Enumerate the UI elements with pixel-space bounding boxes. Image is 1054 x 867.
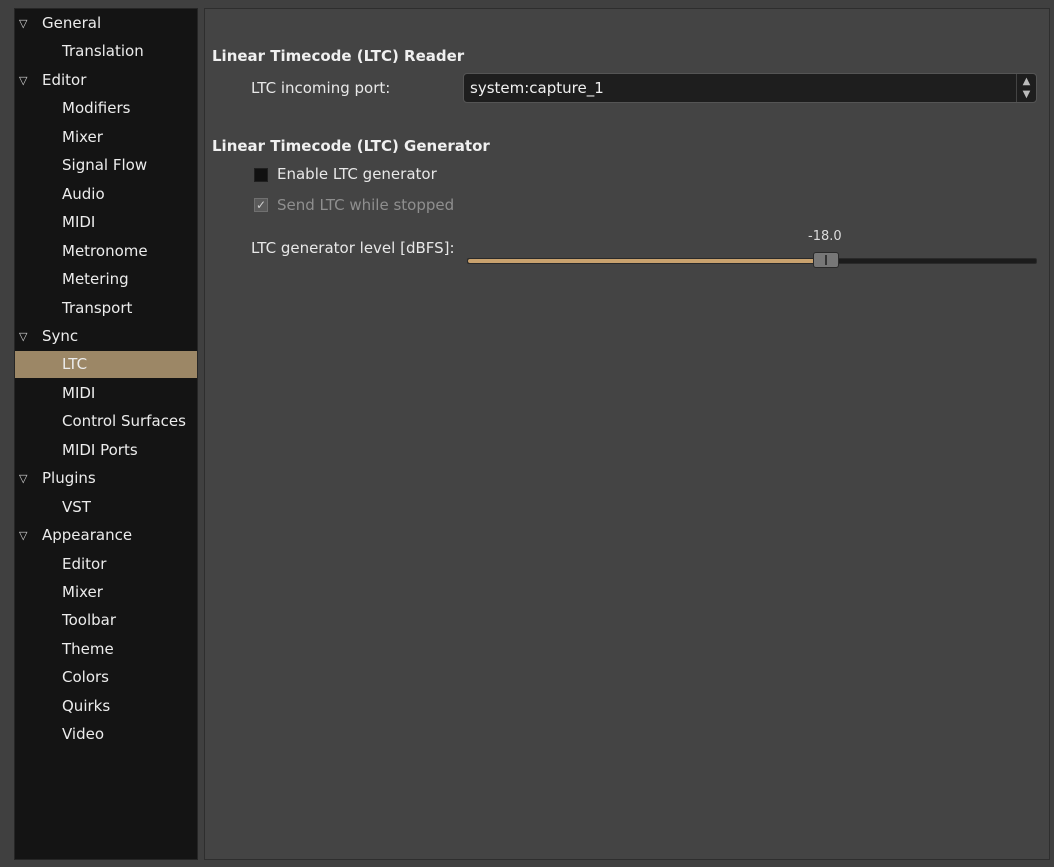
sidebar-item-label: Editor <box>42 71 87 89</box>
sidebar-item-midi[interactable]: MIDI <box>15 380 197 407</box>
sidebar-item-label: MIDI <box>62 213 96 231</box>
sidebar-item-label: General <box>42 14 102 32</box>
sidebar-item-signal-flow[interactable]: Signal Flow <box>15 152 197 179</box>
sidebar-item-modifiers[interactable]: Modifiers <box>15 95 197 122</box>
sidebar-item-vst[interactable]: VST <box>15 494 197 521</box>
sidebar-item-label: LTC <box>62 355 88 373</box>
send-ltc-while-stopped-label: Send LTC while stopped <box>277 196 455 214</box>
ltc-generator-level-slider[interactable] <box>467 258 1037 264</box>
expander-triangle-icon[interactable]: ▽ <box>19 10 31 37</box>
ltc-incoming-port-value: system:capture_1 <box>470 79 604 97</box>
expander-triangle-icon[interactable]: ▽ <box>19 323 31 350</box>
ltc-generator-level-value: -18.0 <box>808 229 842 244</box>
preferences-window: ▽ General Translation ▽ Editor Modifiers Mixer… <box>0 0 1054 867</box>
sidebar-item-label: Plugins <box>42 469 96 487</box>
sidebar-item-label: Transport <box>62 299 133 317</box>
sidebar-item-metering[interactable]: Metering <box>15 266 197 293</box>
sidebar-item-ltc[interactable]: LTC <box>15 351 197 378</box>
expander-triangle-icon[interactable]: ▽ <box>19 67 31 94</box>
enable-ltc-generator-checkbox[interactable] <box>254 168 268 182</box>
sidebar-item-theme[interactable]: Theme <box>15 636 197 663</box>
sidebar-item-label: Theme <box>62 640 114 658</box>
sidebar-item-label: MIDI Ports <box>62 441 138 459</box>
sidebar-item-plugins[interactable]: ▽ Plugins <box>15 465 197 492</box>
sidebar-item-translation[interactable]: Translation <box>15 38 197 65</box>
sidebar-item-label: Metronome <box>62 242 148 260</box>
sidebar-item-transport[interactable]: Transport <box>15 295 197 322</box>
sidebar-item-midi-ports[interactable]: MIDI Ports <box>15 437 197 464</box>
sidebar-item-label: VST <box>62 498 91 516</box>
sidebar-item-editor[interactable]: Editor <box>15 551 197 578</box>
sidebar-item-label: Colors <box>62 668 109 686</box>
ltc-incoming-port-label: LTC incoming port: <box>251 79 391 97</box>
sidebar-item-metronome[interactable]: Metronome <box>15 238 197 265</box>
sidebar-item-control-surfaces[interactable]: Control Surfaces <box>15 408 197 435</box>
ltc-generator-title: Linear Timecode (LTC) Generator <box>212 137 490 155</box>
sidebar-item-appearance[interactable]: ▽ Appearance <box>15 522 197 549</box>
preferences-sidebar: ▽ General Translation ▽ Editor Modifiers Mixer… <box>14 8 198 860</box>
ltc-incoming-port-select[interactable]: system:capture_1 ▲ ▼ <box>463 73 1037 103</box>
sidebar-item-label: Editor <box>62 555 107 573</box>
sidebar-item-midi[interactable]: MIDI <box>15 209 197 236</box>
sidebar-item-label: Appearance <box>42 526 133 544</box>
sidebar-item-label: Toolbar <box>62 611 117 629</box>
send-ltc-while-stopped-checkbox[interactable]: ✓ <box>254 198 268 212</box>
ltc-generator-level-handle[interactable] <box>813 252 839 268</box>
ltc-reader-title: Linear Timecode (LTC) Reader <box>212 47 465 65</box>
updown-arrows-icon: ▲ ▼ <box>1016 74 1036 102</box>
sidebar-item-label: Mixer <box>62 583 103 601</box>
ltc-preferences-panel: Linear Timecode (LTC) Reader LTC incomin… <box>204 8 1050 860</box>
sidebar-item-video[interactable]: Video <box>15 721 197 748</box>
expander-triangle-icon[interactable]: ▽ <box>19 465 31 492</box>
sidebar-item-colors[interactable]: Colors <box>15 664 197 691</box>
sidebar-item-label: Sync <box>42 327 79 345</box>
sidebar-item-label: Mixer <box>62 128 103 146</box>
sidebar-item-label: Video <box>62 725 105 743</box>
sidebar-item-label: Metering <box>62 270 129 288</box>
sidebar-item-quirks[interactable]: Quirks <box>15 693 197 720</box>
sidebar-item-general[interactable]: ▽ General <box>15 10 197 37</box>
enable-ltc-generator-label: Enable LTC generator <box>277 165 437 183</box>
expander-triangle-icon[interactable]: ▽ <box>19 522 31 549</box>
sidebar-item-mixer[interactable]: Mixer <box>15 579 197 606</box>
sidebar-item-label: Signal Flow <box>62 156 148 174</box>
sidebar-item-editor[interactable]: ▽ Editor <box>15 67 197 94</box>
sidebar-item-label: Control Surfaces <box>62 412 186 430</box>
sidebar-item-label: Translation <box>62 42 144 60</box>
sidebar-item-label: Modifiers <box>62 99 131 117</box>
sidebar-item-sync[interactable]: ▽ Sync <box>15 323 197 350</box>
sidebar-item-toolbar[interactable]: Toolbar <box>15 607 197 634</box>
sidebar-item-mixer[interactable]: Mixer <box>15 124 197 151</box>
ltc-generator-level-label: LTC generator level [dBFS]: <box>251 239 455 257</box>
sidebar-item-label: Audio <box>62 185 105 203</box>
checkmark-icon: ✓ <box>255 198 267 212</box>
sidebar-item-label: MIDI <box>62 384 96 402</box>
sidebar-item-audio[interactable]: Audio <box>15 181 197 208</box>
sidebar-item-label: Quirks <box>62 697 111 715</box>
ltc-generator-level-fill <box>468 259 827 263</box>
